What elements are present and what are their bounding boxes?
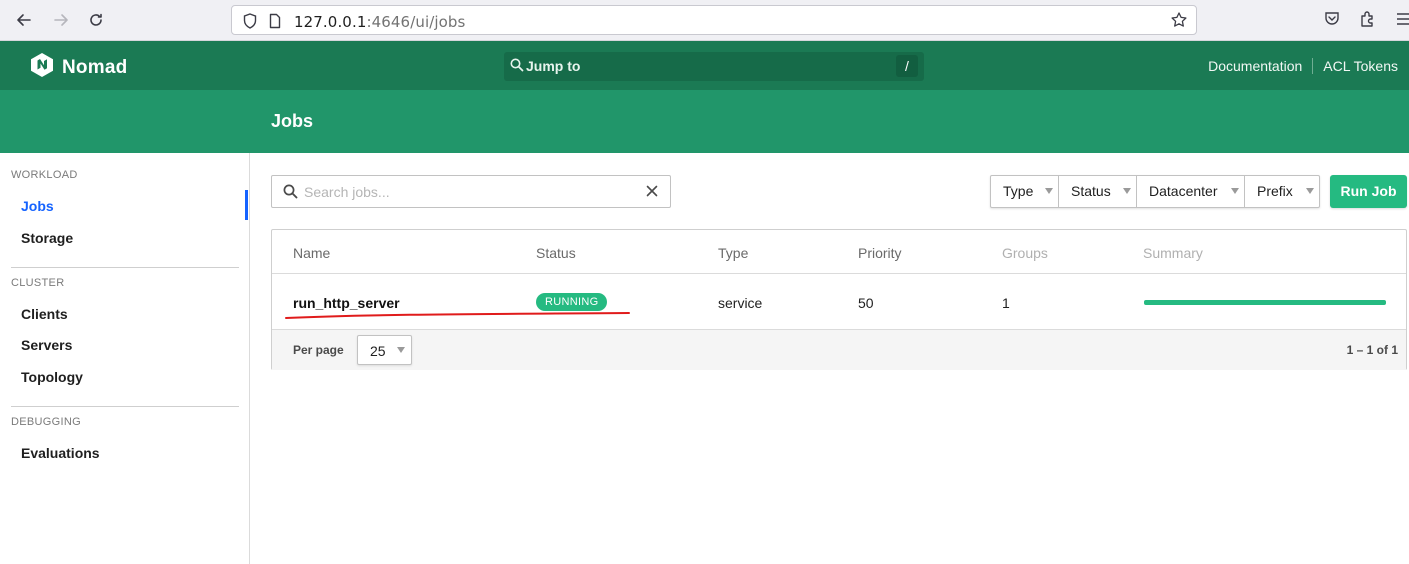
sidebar-item-topology[interactable]: Topology (21, 369, 83, 385)
documentation-link[interactable]: Documentation (1208, 58, 1302, 74)
job-summary-fill (1144, 300, 1386, 305)
chevron-down-icon (1306, 188, 1314, 194)
sidebar-item-jobs[interactable]: Jobs (21, 198, 54, 214)
job-type: service (718, 295, 763, 311)
table-footer: Per page 25 1 – 1 of 1 (272, 329, 1406, 370)
chevron-down-icon (1123, 188, 1131, 194)
sidebar-item-storage[interactable]: Storage (21, 230, 73, 246)
job-name-link[interactable]: run_http_server (293, 295, 400, 311)
nomad-logo-icon (30, 52, 54, 83)
status-badge: RUNNING (536, 293, 608, 311)
column-header-type[interactable]: Type (718, 245, 748, 261)
header-links: Documentation ACL Tokens (1208, 58, 1398, 74)
forward-arrow-icon[interactable] (49, 8, 73, 32)
job-search-box (271, 175, 671, 208)
sidebar-item-evaluations[interactable]: Evaluations (21, 445, 100, 461)
red-underline-annotation (285, 312, 630, 319)
clear-icon[interactable] (644, 183, 660, 204)
menu-icon[interactable] (1396, 10, 1409, 33)
extensions-icon[interactable] (1359, 10, 1377, 33)
filter-status-label: Status (1071, 183, 1111, 199)
filter-prefix-label: Prefix (1257, 183, 1293, 199)
column-header-status[interactable]: Status (536, 245, 576, 261)
chevron-down-icon (397, 347, 405, 353)
column-header-groups: Groups (1002, 245, 1048, 261)
page-icon (268, 12, 282, 35)
per-page-value: 25 (370, 343, 386, 359)
sidebar-item-servers[interactable]: Servers (21, 337, 72, 353)
search-icon (283, 184, 298, 204)
sidebar-heading-debugging: DEBUGGING (11, 416, 81, 428)
sidebar-active-indicator (245, 190, 248, 220)
page-title: Jobs (271, 111, 314, 131)
pagination-summary: 1 – 1 of 1 (1346, 343, 1398, 357)
filter-group: Type Status Datacenter Prefix (990, 175, 1320, 208)
filter-type[interactable]: Type (991, 176, 1059, 207)
brand-logo[interactable]: Nomad (30, 52, 127, 83)
jobs-table: Name Status Type Priority Groups Summary… (271, 229, 1407, 370)
column-header-name[interactable]: Name (293, 245, 330, 261)
sidebar-item-clients[interactable]: Clients (21, 306, 68, 322)
reload-icon[interactable] (84, 8, 108, 32)
pocket-icon[interactable] (1323, 10, 1341, 33)
jump-to-label: Jump to (526, 58, 581, 74)
sidebar-divider (11, 267, 239, 268)
sidebar-divider (11, 406, 239, 407)
brand-name: Nomad (62, 56, 128, 78)
bookmark-star-icon[interactable] (1170, 11, 1188, 34)
app-header: Nomad Jump to / Documentation ACL Tokens (0, 41, 1409, 90)
search-icon (510, 58, 524, 77)
column-header-priority[interactable]: Priority (858, 245, 902, 261)
page-title-bar: Jobs (0, 90, 1409, 153)
chevron-down-icon (1045, 188, 1053, 194)
acl-tokens-link[interactable]: ACL Tokens (1323, 58, 1398, 74)
header-link-divider (1312, 58, 1314, 74)
sidebar-heading-cluster: CLUSTER (11, 277, 65, 289)
filter-type-label: Type (1003, 183, 1034, 199)
search-input[interactable] (304, 182, 634, 202)
shield-icon[interactable] (242, 12, 258, 35)
browser-toolbar: 127.0.0.1:4646/ui/jobs (0, 0, 1409, 41)
sidebar-heading-workload: WORKLOAD (11, 169, 78, 181)
chevron-down-icon (1231, 188, 1239, 194)
job-priority: 50 (858, 295, 874, 311)
filter-datacenter[interactable]: Datacenter (1137, 176, 1245, 207)
column-header-summary: Summary (1143, 245, 1203, 261)
per-page-select[interactable]: 25 (357, 335, 412, 365)
run-job-button[interactable]: Run Job (1330, 175, 1407, 208)
job-summary-bar (1144, 300, 1386, 305)
sidebar: WORKLOAD Jobs Storage CLUSTER Clients Se… (0, 153, 250, 564)
filter-prefix[interactable]: Prefix (1245, 176, 1319, 207)
filter-datacenter-label: Datacenter (1149, 183, 1218, 199)
jump-shortcut-key: / (896, 55, 918, 77)
back-arrow-icon[interactable] (12, 8, 36, 32)
jump-to-search[interactable]: Jump to / (504, 52, 924, 81)
url-bar[interactable]: 127.0.0.1:4646/ui/jobs (231, 5, 1197, 35)
per-page-label: Per page (293, 343, 344, 357)
filter-status[interactable]: Status (1059, 176, 1137, 207)
job-groups: 1 (1002, 295, 1010, 311)
url-text[interactable]: 127.0.0.1:4646/ui/jobs (294, 13, 465, 31)
table-header-divider (272, 273, 1406, 274)
